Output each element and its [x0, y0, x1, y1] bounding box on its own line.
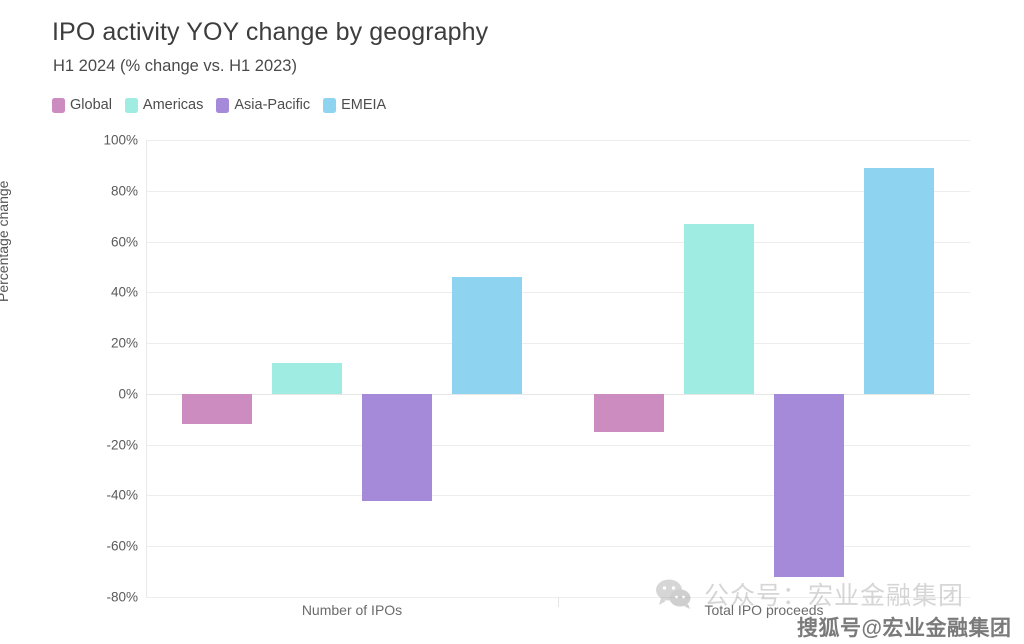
legend-swatch-icon	[323, 97, 337, 113]
legend-swatch-icon	[124, 97, 138, 113]
y-axis-tick-label: -40%	[106, 487, 138, 503]
y-axis-title: Percentage change	[0, 180, 11, 302]
y-axis-tick-label: 40%	[110, 284, 138, 300]
x-axis-tick-label: Number of IPOs	[301, 602, 403, 618]
plot-area	[146, 140, 970, 598]
bar-americas-total-ipo-proceeds[interactable]	[684, 223, 754, 394]
legend-swatch-icon	[216, 97, 230, 113]
y-axis-tick-label: -80%	[106, 589, 138, 605]
chart-title: IPO activity YOY change by geography	[52, 18, 489, 46]
x-axis-separator	[558, 597, 559, 607]
y-axis-tick-label: 80%	[110, 183, 138, 199]
y-axis-tick-label: -60%	[106, 538, 138, 554]
bar-asia-pacific-total-ipo-proceeds[interactable]	[774, 393, 844, 577]
y-axis-tick-label: 20%	[110, 335, 138, 351]
y-axis-tick-label: 0%	[118, 386, 138, 402]
legend-item-emeia[interactable]: EMEIA	[323, 95, 386, 115]
gridline	[146, 495, 970, 497]
legend-item-label: Global	[70, 97, 112, 113]
legend-item-label: EMEIA	[341, 97, 387, 113]
legend-item-asia-pacific[interactable]: Asia-Pacific	[216, 95, 310, 115]
chart-container: IPO activity YOY change by geography H1 …	[0, 0, 1024, 644]
gridline	[146, 140, 970, 141]
y-axis-tick-label: 100%	[103, 132, 138, 148]
legend-item-label: Americas	[142, 97, 204, 113]
chart-subtitle: H1 2024 (% change vs. H1 2023)	[53, 57, 297, 75]
bar-americas-number-of-ipos[interactable]	[272, 363, 342, 394]
legend-swatch-icon	[52, 97, 65, 113]
gridline	[146, 343, 970, 345]
gridline	[146, 444, 970, 446]
bar-emeia-number-of-ipos[interactable]	[452, 277, 522, 394]
y-axis-tick-label: -20%	[106, 437, 138, 453]
y-axis-tick-label: 60%	[110, 234, 138, 250]
gridline	[146, 546, 970, 548]
bar-emeia-total-ipo-proceeds[interactable]	[864, 167, 934, 394]
legend-item-global[interactable]: Global	[52, 95, 112, 115]
gridline	[146, 241, 970, 243]
legend-item-americas[interactable]: Americas	[124, 95, 204, 115]
x-axis-tick-label: Total IPO proceeds	[704, 602, 824, 618]
zero-gridline	[146, 393, 970, 395]
sohu-watermark: 搜狐号@宏业金融集团	[797, 617, 1012, 640]
bar-global-total-ipo-proceeds[interactable]	[594, 393, 664, 432]
y-axis-tick-labels: 100% 80% 60% 40% 20% 0% -20% -40% -60% -80%	[62, 133, 138, 605]
gridline	[146, 292, 970, 294]
y-axis-line	[146, 140, 147, 597]
legend-item-label: Asia-Pacific	[234, 97, 311, 113]
gridline	[146, 190, 970, 192]
bar-global-number-of-ipos[interactable]	[182, 393, 252, 425]
bar-asia-pacific-number-of-ipos[interactable]	[362, 393, 432, 501]
chart-legend: Global Americas Asia-Pacific EMEIA	[52, 95, 386, 115]
